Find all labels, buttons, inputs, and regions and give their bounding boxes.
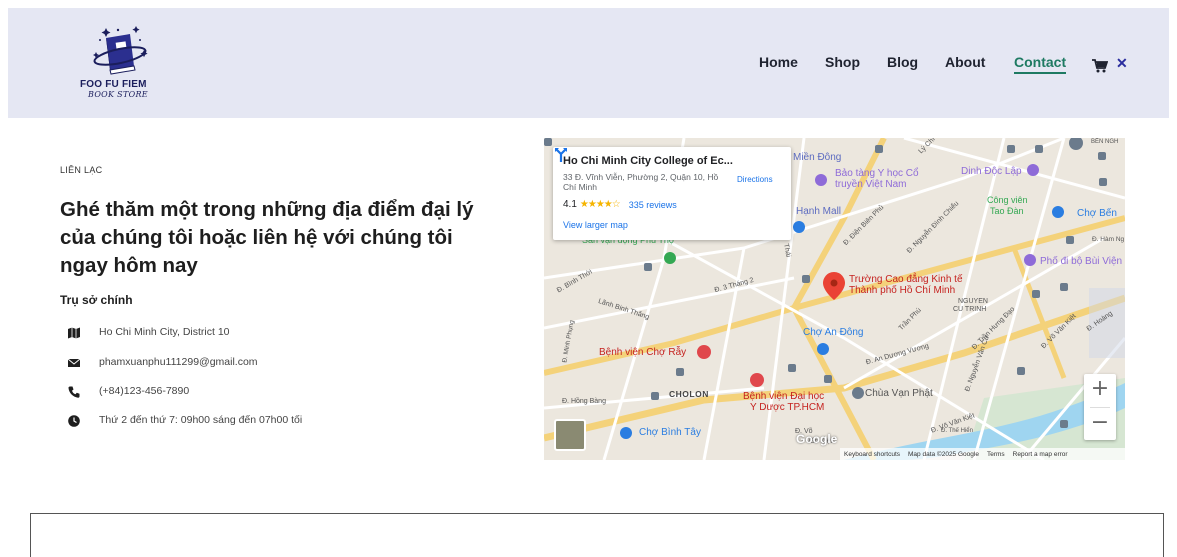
section-eyebrow: LIÊN LẠC [60,165,103,175]
nav-blog[interactable]: Blog [887,54,918,70]
map-label: Chợ Bình Tây [639,427,701,438]
map-label: Công viên [987,195,1028,205]
site-header: FOO FU FIEM BOOK STORE Home Shop Blog Ab… [8,8,1169,118]
map-label: Đ. Hồng Bàng [562,398,606,405]
map-label: Chùa Vạn Phật [865,388,933,399]
map-label: Chợ An Đông [803,327,864,338]
email-text[interactable]: phamxuanphu111299@gmail.com [99,356,258,368]
map-label: Hạnh Mall [796,206,842,217]
nav-about[interactable]: About [945,54,985,70]
reviews-link[interactable]: 335 reviews [629,200,677,210]
address-text: Ho Chi Minh City, District 10 [99,326,230,338]
directions-label[interactable]: Directions [737,175,773,184]
page-headline: Ghé thăm một trong những địa điểm đại lý… [60,198,474,277]
map-label: Dinh Độc Lập [961,166,1022,177]
zoom-in-button[interactable]: + [1084,374,1116,406]
map-label: Tao Đàn [990,206,1024,216]
hours-text: Thứ 2 đến thứ 7: 09h00 sáng đến 07h00 tố… [99,414,303,426]
map-label: Bảo tàng Y học Cổ [835,168,919,179]
zoom-out-button[interactable]: − [1084,408,1116,440]
contact-hours: Thứ 2 đến thứ 7: 09h00 sáng đến 07h00 tố… [68,414,302,427]
nav-shop[interactable]: Shop [825,54,860,70]
contact-phone: (+84)123-456-7890 [68,385,189,398]
place-card: Ho Chi Minh City College of Ec... 33 Đ. … [553,147,791,240]
map-data-text: Map data ©2025 Google [908,450,979,458]
contact-form-box [30,513,1164,557]
phone-icon [68,386,80,398]
contact-address: Ho Chi Minh City, District 10 [68,326,230,339]
nav-contact[interactable]: Contact [1014,54,1067,74]
place-title: Ho Chi Minh City College of Ec... [563,155,733,167]
report-error-link[interactable]: Report a map error [1013,451,1068,458]
map-label: Thành phố Hồ Chí Minh [849,285,956,296]
map-label: Y Dược TP.HCM [750,402,825,413]
map-label: Đ. Thế Hiển [941,428,973,434]
map-label: Bệnh viện Đại học [743,391,825,402]
map-label: Đ. Hàm Ng [1092,236,1125,243]
rating-stars: ★★★★☆ [579,199,621,210]
place-address: 33 Đ. Vĩnh Viễn, Phường 2, Quận 10, Hồ C… [563,172,719,192]
map-label: NGUYEN [958,298,988,305]
logo-subtitle: BOOK STORE [88,90,148,99]
phone-text[interactable]: (+84)123-456-7890 [99,385,189,397]
satellite-toggle[interactable] [554,419,586,451]
zoom-controls: + − [1084,374,1116,440]
map-attribution: Keyboard shortcuts Map data ©2025 Google… [840,448,1125,460]
map-label: truyền Việt Nam [835,179,907,190]
cart-icon[interactable] [1092,59,1108,73]
place-rating: 4.1 ★★★★☆ 335 reviews [563,199,677,210]
keyboard-shortcuts-link[interactable]: Keyboard shortcuts [844,451,900,458]
envelope-icon [68,358,80,367]
google-map[interactable]: Miền Đông Bảo tàng Y học Cổ truyền Việt … [544,138,1125,460]
directions-icon[interactable] [553,147,569,163]
logo-title: FOO FU FIEM [80,79,147,90]
map-label: Phố đi bộ Bùi Viện [1040,256,1123,267]
map-label: Miền Đông [793,152,842,163]
map-label: CU TRINH [953,306,987,313]
terms-link[interactable]: Terms [987,451,1005,458]
nav-home[interactable]: Home [759,54,798,70]
map-label: Chợ Bến [1077,208,1117,219]
view-larger-map-link[interactable]: View larger map [563,220,628,230]
map-icon [68,327,80,339]
contact-email: phamxuanphu111299@gmail.com [68,356,258,369]
map-label: BẾN NGH [1091,139,1119,145]
map-label: Bệnh viện Chợ Rẫy [599,347,687,358]
map-label: Trường Cao đẳng Kinh tế [849,274,963,285]
clock-icon [68,415,80,427]
map-label: CHOLON [669,389,709,399]
rating-value: 4.1 [563,199,577,210]
google-logo: Google [796,432,838,446]
hq-title: Trụ sở chính [60,293,133,307]
close-icon[interactable]: ✕ [1116,55,1128,72]
